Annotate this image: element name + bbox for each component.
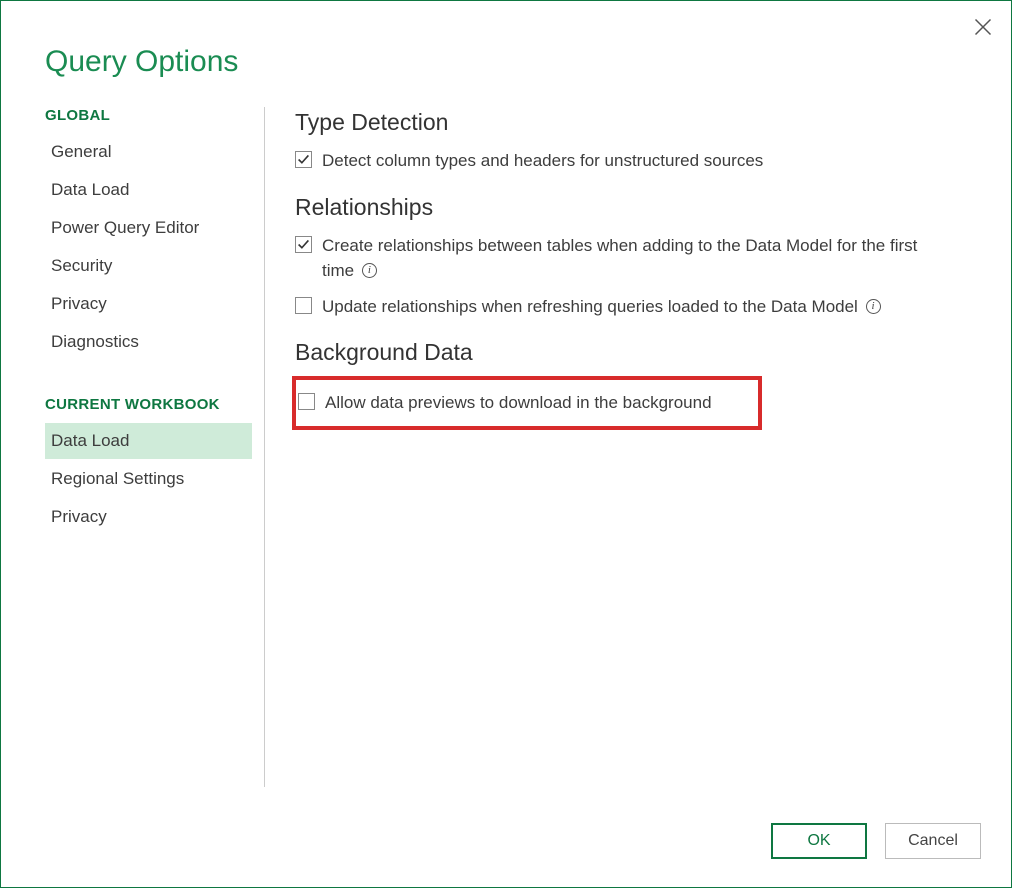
sidebar-item-workbook-data-load[interactable]: Data Load	[45, 423, 252, 459]
highlighted-option: Allow data previews to download in the b…	[292, 376, 762, 430]
sidebar-item-global-data-load[interactable]: Data Load	[45, 172, 252, 208]
relationships-heading: Relationships	[295, 194, 1011, 221]
sidebar-item-diagnostics[interactable]: Diagnostics	[45, 324, 252, 360]
sidebar-item-security[interactable]: Security	[45, 248, 252, 284]
type-detection-heading: Type Detection	[295, 109, 1011, 136]
create-relationships-label: Create relationships between tables when…	[322, 233, 942, 284]
ok-button[interactable]: OK	[771, 823, 867, 859]
detect-column-types-label: Detect column types and headers for unst…	[322, 148, 763, 174]
create-relationships-checkbox[interactable]	[295, 236, 312, 253]
allow-background-download-label: Allow data previews to download in the b…	[325, 390, 712, 416]
allow-background-download-checkbox[interactable]	[298, 393, 315, 410]
close-icon[interactable]	[973, 17, 993, 37]
info-icon[interactable]: i	[362, 263, 377, 278]
sidebar-item-workbook-privacy[interactable]: Privacy	[45, 499, 252, 535]
sidebar-section-global: GLOBAL	[45, 107, 252, 124]
background-data-heading: Background Data	[295, 339, 1011, 366]
update-relationships-checkbox[interactable]	[295, 297, 312, 314]
update-relationships-label: Update relationships when refreshing que…	[322, 294, 881, 320]
sidebar-section-current-workbook: CURRENT WORKBOOK	[45, 396, 252, 413]
main-panel: Type Detection Detect column types and h…	[265, 107, 1011, 787]
cancel-button[interactable]: Cancel	[885, 823, 981, 859]
detect-column-types-checkbox[interactable]	[295, 151, 312, 168]
sidebar-item-global-privacy[interactable]: Privacy	[45, 286, 252, 322]
info-icon[interactable]: i	[866, 299, 881, 314]
sidebar-item-power-query-editor[interactable]: Power Query Editor	[45, 210, 252, 246]
dialog-title: Query Options	[1, 1, 1011, 79]
sidebar: GLOBAL General Data Load Power Query Edi…	[45, 107, 265, 787]
sidebar-item-regional-settings[interactable]: Regional Settings	[45, 461, 252, 497]
sidebar-item-general[interactable]: General	[45, 134, 252, 170]
button-bar: OK Cancel	[771, 823, 981, 859]
